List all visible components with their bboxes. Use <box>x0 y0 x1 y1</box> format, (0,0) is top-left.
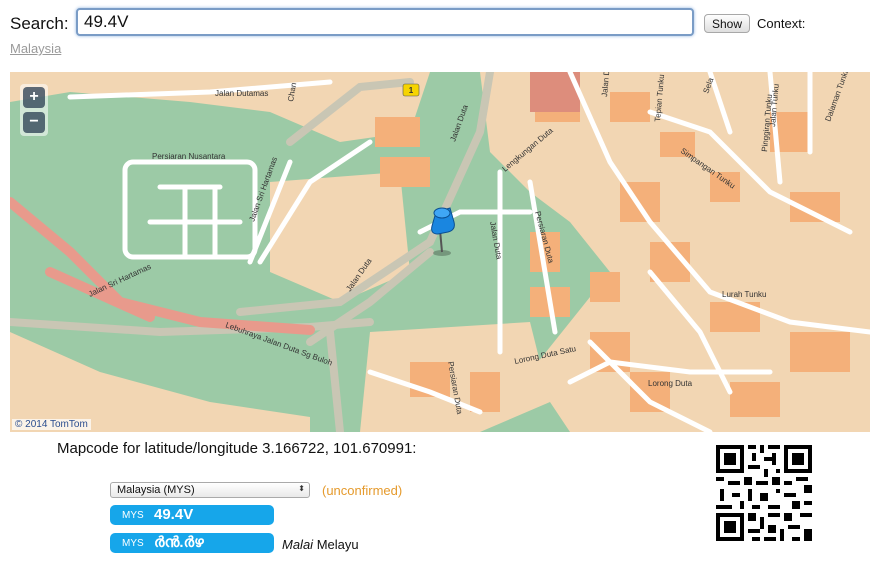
street-label: Persiaran Nusantara <box>152 152 226 161</box>
show-button[interactable]: Show <box>704 14 750 33</box>
country-select-value: Malaysia (MYS) <box>117 484 195 496</box>
mapcode-pill[interactable]: MYS 49.4V <box>110 505 274 525</box>
country-select[interactable]: Malaysia (MYS) ⬍ <box>110 482 310 498</box>
status-label: (unconfirmed) <box>322 483 403 498</box>
mapcode-pill[interactable]: MYS ർൻ.ർഴ <box>110 533 274 553</box>
mapcode-territory: MYS <box>122 538 144 549</box>
language-note: Malai Melayu <box>282 537 359 552</box>
street-label: Jalan Dutamas <box>215 89 268 98</box>
zoom-in-button[interactable]: + <box>23 87 45 108</box>
map-attribution[interactable]: © 2014 TomTom <box>12 419 91 430</box>
search-label: Search: <box>10 14 69 33</box>
mapcode-value: ർൻ.ർഴ <box>154 534 204 551</box>
street-label: Lurah Tunku <box>722 290 766 299</box>
qr-code-icon <box>712 441 816 545</box>
search-row: Search: Show Context: <box>10 8 860 38</box>
route-shield: 1 <box>409 86 414 95</box>
select-arrows-icon: ⬍ <box>298 484 305 493</box>
zoom-out-button[interactable]: − <box>23 112 45 133</box>
zoom-control: + − <box>20 84 48 136</box>
mapcode-territory: MYS <box>122 510 144 521</box>
street-label: Lorong Duta <box>648 379 693 388</box>
map[interactable]: 1 Jalan Dutamas Persiaran Nusantara Jala… <box>10 72 870 432</box>
language-name: Melayu <box>316 537 359 552</box>
mapcode-heading: Mapcode for latitude/longitude 3.166722,… <box>57 440 417 457</box>
context-label: Context: <box>757 16 806 31</box>
context-link[interactable]: Malaysia <box>10 41 61 56</box>
language-native: Malai <box>282 537 314 552</box>
map-canvas: 1 Jalan Dutamas Persiaran Nusantara Jala… <box>10 72 870 432</box>
search-input[interactable] <box>76 8 694 36</box>
mapcode-value: 49.4V <box>154 506 194 523</box>
